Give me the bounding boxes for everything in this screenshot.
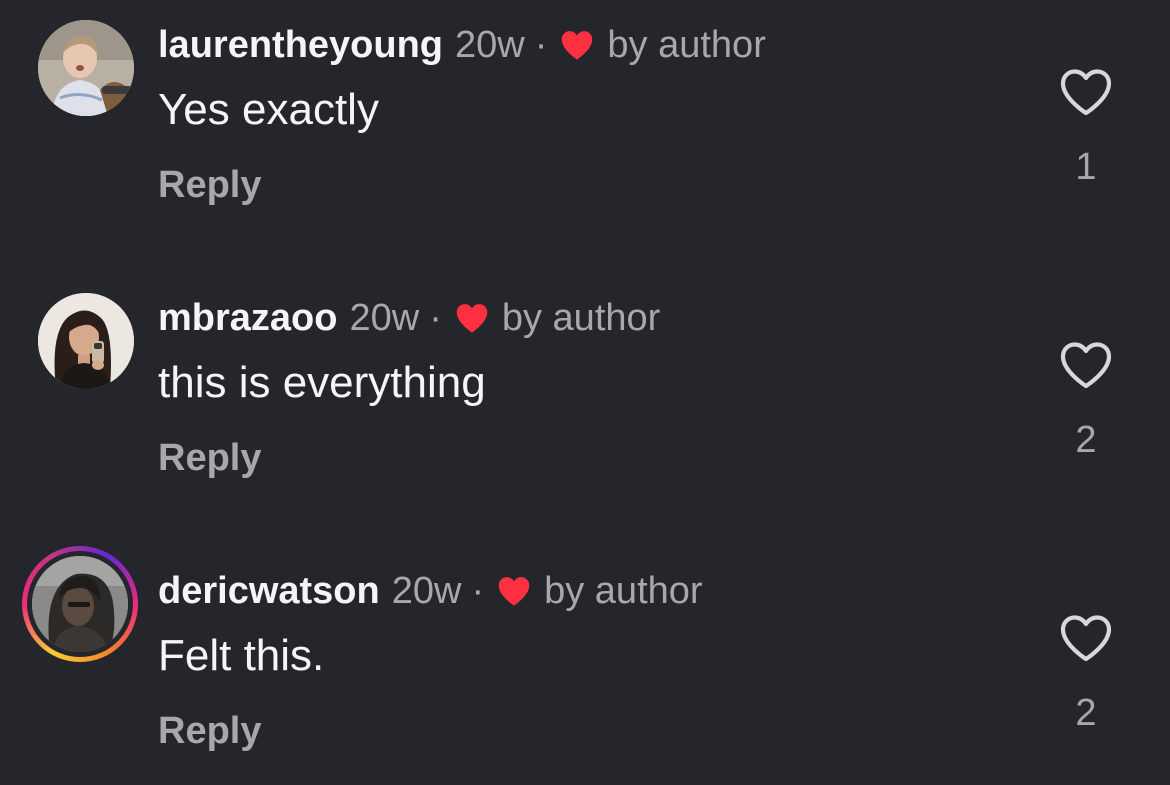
avatar-image: [32, 556, 128, 652]
liked-by-author-label: by author: [501, 297, 661, 339]
liked-by-author-label: by author: [544, 570, 703, 612]
avatar-story-ring[interactable]: [22, 546, 138, 662]
comment-text: Yes exactly: [158, 85, 379, 134]
username[interactable]: mbrazaoo: [158, 295, 337, 341]
meta-separator: ·: [534, 24, 548, 66]
comment-meta: dericwatson 20w · by author: [158, 568, 703, 614]
like-count: 2: [1075, 692, 1097, 734]
like-count: 1: [1075, 146, 1097, 188]
avatar-image: [38, 293, 134, 389]
heart-outline-icon: [1060, 342, 1112, 389]
reply-button[interactable]: Reply: [158, 162, 261, 208]
like-count: 2: [1075, 419, 1097, 461]
comment-list: laurentheyoung 20w · by author Yes exact…: [0, 0, 1170, 785]
comment-meta: laurentheyoung 20w · by author: [158, 22, 766, 68]
comment-item: laurentheyoung 20w · by author Yes exact…: [0, 0, 1170, 220]
reply-button[interactable]: Reply: [158, 708, 261, 754]
username[interactable]: dericwatson: [158, 568, 380, 614]
liked-by-author-label: by author: [607, 24, 766, 66]
avatar-image: [38, 20, 134, 116]
comment-item: mbrazaoo 20w · by author this is everyth…: [0, 273, 1170, 493]
meta-separator: ·: [429, 297, 442, 339]
comment-text: Felt this.: [158, 631, 325, 680]
avatar[interactable]: [38, 20, 134, 116]
comment-item: dericwatson 20w · by author Felt this. R…: [0, 546, 1170, 766]
comment-time: 20w: [391, 570, 462, 612]
like-button[interactable]: [1058, 339, 1114, 391]
comment-time: 20w: [455, 24, 525, 66]
author-heart-icon: [562, 31, 593, 60]
like-button[interactable]: [1058, 612, 1114, 664]
comment-time: 20w: [349, 297, 420, 339]
username[interactable]: laurentheyoung: [158, 22, 443, 68]
heart-outline-icon: [1060, 69, 1112, 116]
reply-button[interactable]: Reply: [158, 435, 261, 481]
avatar[interactable]: [38, 293, 134, 389]
author-heart-icon: [498, 577, 530, 606]
heart-outline-icon: [1060, 615, 1112, 662]
like-button[interactable]: [1058, 66, 1114, 118]
comment-meta: mbrazaoo 20w · by author: [158, 295, 660, 341]
comment-text: this is everything: [158, 358, 486, 407]
meta-separator: ·: [471, 570, 485, 612]
author-heart-icon: [456, 304, 488, 333]
